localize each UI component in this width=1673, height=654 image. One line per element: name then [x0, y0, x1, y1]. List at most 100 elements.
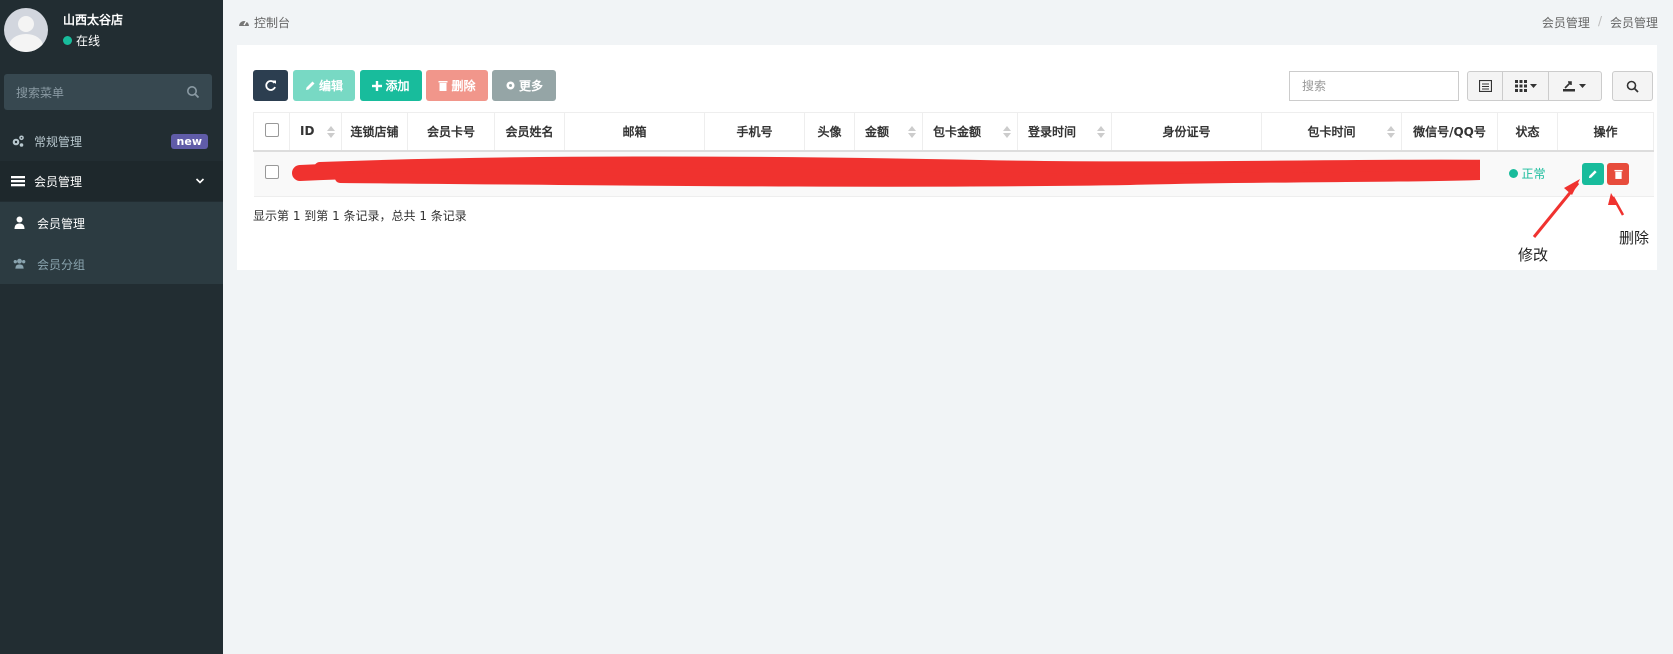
annotation-edit-label: 修改 — [1518, 246, 1549, 264]
edit-button-label: 编辑 — [318, 79, 343, 93]
sidebar-item-general[interactable]: 常规管理 new — [0, 121, 223, 161]
column-header-id-card: 身份证号 — [1111, 112, 1262, 151]
column-header-package-time[interactable]: 包卡时间 — [1261, 112, 1402, 151]
row-delete-button[interactable] — [1607, 162, 1629, 185]
list-icon — [11, 176, 25, 187]
column-header-label: 邮箱 — [622, 124, 647, 139]
add-button-label: 添加 — [385, 79, 410, 93]
column-header-label: 会员卡号 — [426, 124, 475, 139]
delete-button[interactable]: 删除 — [426, 70, 488, 101]
export-button[interactable] — [1549, 72, 1601, 100]
search-icon[interactable] — [186, 85, 200, 99]
add-button[interactable]: 添加 — [360, 70, 422, 101]
column-header-label: 状态 — [1515, 124, 1540, 139]
sort-icon — [1097, 126, 1105, 138]
sidebar-item-member-group-label: 会员分组 — [37, 258, 86, 272]
sort-icon — [327, 126, 335, 138]
content-header: 控制台 会员管理 / 会员管理 — [223, 0, 1673, 44]
column-header-label: 连锁店铺 — [350, 124, 399, 139]
caret-down-icon — [1529, 84, 1537, 88]
status-dot-icon — [1509, 169, 1519, 178]
sort-icon — [1003, 126, 1011, 138]
column-header-store: 连锁店铺 — [341, 112, 408, 151]
trash-icon — [1613, 169, 1623, 179]
list-alt-icon — [1478, 80, 1492, 92]
table-cell — [854, 149, 923, 197]
table-cell — [1111, 149, 1262, 197]
column-header-amount[interactable]: 金额 — [854, 112, 923, 151]
row-checkbox[interactable] — [264, 165, 279, 179]
sort-icon — [1387, 126, 1395, 138]
toggle-view-button[interactable] — [1468, 72, 1504, 100]
breadcrumb-item[interactable]: 会员管理 — [1542, 14, 1590, 31]
table-cell — [922, 149, 1018, 197]
table-cell — [494, 149, 565, 197]
user-icon — [14, 216, 25, 229]
advanced-search-button[interactable] — [1612, 71, 1653, 101]
column-header-login-time[interactable]: 登录时间 — [1017, 112, 1112, 151]
online-status: 在线 — [63, 32, 100, 49]
column-header-label: 身份证号 — [1162, 124, 1211, 139]
column-header-label: 微信号/QQ号 — [1413, 124, 1486, 139]
table-tools — [1467, 71, 1602, 101]
column-header-label: 会员姓名 — [505, 124, 554, 139]
more-button-label: 更多 — [518, 79, 543, 93]
sidebar-item-member[interactable]: 会员管理 — [0, 161, 223, 201]
table-cell — [341, 149, 408, 197]
column-header-status: 状态 — [1497, 112, 1558, 151]
refresh-icon — [265, 80, 276, 91]
column-header-label: 登录时间 — [1028, 124, 1077, 139]
row-edit-button[interactable] — [1582, 162, 1604, 185]
export-icon — [1563, 81, 1576, 92]
more-button[interactable]: 更多 — [492, 70, 556, 101]
table-cell — [1261, 149, 1402, 197]
table-header-row: ID 连锁店铺 会员卡号 会员姓名 邮箱 手机号 头像 金额 包卡金额 登录时间… — [253, 112, 1654, 151]
grid-icon — [1514, 80, 1527, 92]
dashboard-link[interactable]: 控制台 — [238, 14, 290, 31]
table-search-input[interactable] — [1290, 72, 1458, 100]
columns-button[interactable] — [1503, 72, 1549, 100]
breadcrumb: 会员管理 / 会员管理 — [1542, 14, 1658, 31]
users-icon — [13, 258, 26, 269]
table-cell — [804, 149, 855, 197]
column-header-package-amount[interactable]: 包卡金额 — [922, 112, 1018, 151]
sidebar: 山西太谷店 在线 常规管理 new 会员管理 — [0, 0, 223, 654]
status-cell: 正常 — [1497, 149, 1558, 197]
edit-button[interactable]: 编辑 — [293, 70, 355, 101]
column-header-operate: 操作 — [1557, 112, 1654, 151]
breadcrumb-separator: / — [1597, 14, 1602, 28]
select-all-checkbox[interactable] — [264, 122, 279, 137]
column-header-wechat-qq: 微信号/QQ号 — [1401, 112, 1498, 151]
avatar[interactable] — [4, 8, 48, 52]
annotation-delete-label: 删除 — [1619, 229, 1650, 247]
store-name: 山西太谷店 — [63, 13, 124, 27]
sidebar-item-member-manage[interactable]: 会员管理 — [0, 202, 223, 243]
new-badge: new — [170, 134, 208, 149]
column-header-label: 金额 — [865, 124, 890, 139]
column-header-id[interactable]: ID — [289, 112, 342, 151]
column-header-phone: 手机号 — [704, 112, 805, 151]
search-icon — [1626, 80, 1639, 93]
table-cell — [564, 149, 705, 197]
sidebar-item-member-label: 会员管理 — [34, 175, 83, 189]
table-cell — [1401, 149, 1498, 197]
menu-search-input[interactable] — [4, 74, 188, 112]
table-row: 正常 — [253, 149, 1654, 197]
trash-icon — [438, 81, 448, 91]
breadcrumb-item-current: 会员管理 — [1609, 16, 1658, 30]
column-header-label: 手机号 — [736, 124, 773, 139]
sidebar-item-member-group[interactable]: 会员分组 — [0, 243, 223, 284]
online-status-label: 在线 — [76, 34, 101, 48]
operate-cell — [1557, 149, 1654, 197]
user-panel: 山西太谷店 在线 — [0, 0, 223, 70]
sort-icon — [908, 126, 916, 138]
gear-icon — [506, 81, 515, 90]
cogs-icon — [12, 135, 24, 147]
table-cell — [289, 149, 342, 197]
column-header-label: 包卡金额 — [933, 124, 982, 139]
column-header-avatar: 头像 — [804, 112, 855, 151]
chevron-down-icon — [195, 178, 205, 184]
member-table: ID 连锁店铺 会员卡号 会员姓名 邮箱 手机号 头像 金额 包卡金额 登录时间… — [253, 112, 1654, 197]
refresh-button[interactable] — [253, 70, 288, 101]
row-select-cell — [253, 149, 290, 197]
